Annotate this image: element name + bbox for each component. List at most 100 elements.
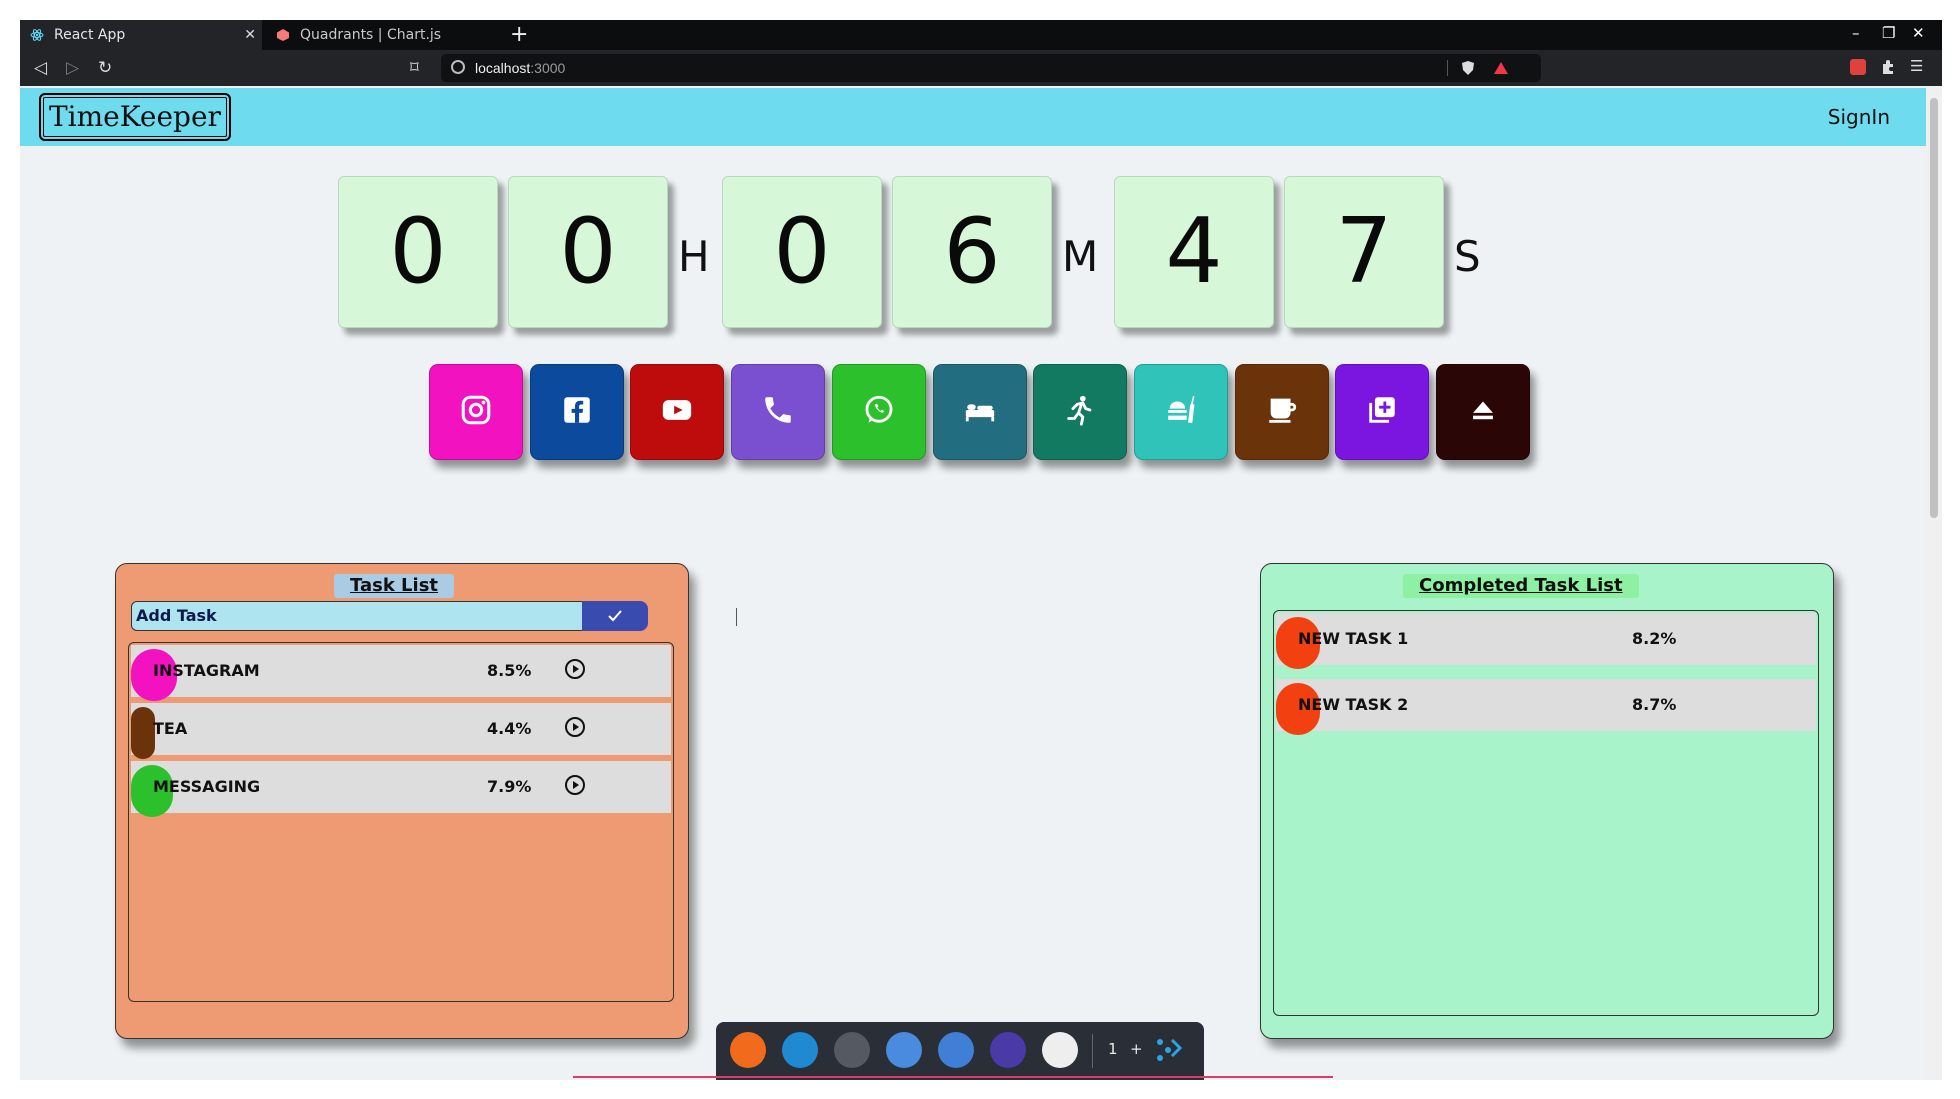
play-icon[interactable] bbox=[564, 716, 586, 738]
task-percent: 8.7% bbox=[1632, 695, 1677, 714]
run-activity-button[interactable] bbox=[1033, 364, 1128, 460]
address-bar[interactable]: localhost:3000 bbox=[441, 54, 1541, 82]
signin-link[interactable]: SignIn bbox=[1828, 105, 1890, 129]
tab-react-app[interactable]: React App ✕ bbox=[20, 20, 262, 50]
add-task-submit-button[interactable] bbox=[582, 601, 648, 631]
whatsapp-activity-button[interactable] bbox=[831, 364, 926, 460]
play-icon[interactable] bbox=[564, 658, 586, 680]
tab-title: React App bbox=[54, 27, 126, 43]
task-list-panel: Task List Add Task INSTAGRAM 8.5% TEA 4.4% M… bbox=[115, 563, 689, 1039]
screen-recorder-icon[interactable] bbox=[1042, 1032, 1078, 1068]
task-name: NEW TASK 1 bbox=[1298, 629, 1409, 648]
close-window-icon[interactable]: ✕ bbox=[1912, 24, 1925, 42]
minutes-unit: M bbox=[1062, 232, 1099, 281]
minimize-icon[interactable]: – bbox=[1852, 24, 1860, 42]
brave-browser-icon[interactable] bbox=[730, 1032, 766, 1068]
completed-task-list-box: NEW TASK 1 8.2% NEW TASK 2 8.7% bbox=[1273, 610, 1819, 1016]
divider bbox=[1447, 60, 1448, 76]
app-page: TimeKeeper SignIn 0 0 H 0 6 M 4 7 S Task… bbox=[20, 88, 1926, 1080]
task-row[interactable]: MESSAGING 7.9% bbox=[131, 761, 671, 817]
task-color-dot bbox=[131, 707, 155, 759]
task-percent: 4.4% bbox=[487, 719, 532, 738]
food-icon bbox=[1164, 393, 1198, 431]
react-icon bbox=[30, 28, 44, 42]
check-icon bbox=[608, 610, 622, 622]
task-list-box: INSTAGRAM 8.5% TEA 4.4% MESSAGING 7.9% bbox=[128, 642, 674, 1002]
tab-quadrants-chartjs[interactable]: Quadrants | Chart.js bbox=[266, 20, 506, 50]
add-task-activity-button[interactable] bbox=[1335, 364, 1430, 460]
coffee-icon bbox=[1265, 393, 1299, 431]
youtube-icon bbox=[660, 393, 694, 431]
youtube-activity-button[interactable] bbox=[630, 364, 725, 460]
seconds-ones-digit: 7 bbox=[1284, 176, 1444, 328]
phone-activity-button[interactable] bbox=[731, 364, 826, 460]
site-info-icon[interactable] bbox=[451, 60, 465, 74]
completed-task-row[interactable]: NEW TASK 2 8.7% bbox=[1276, 679, 1816, 735]
hours-tens-digit: 0 bbox=[338, 176, 498, 328]
add-task-input[interactable]: Add Task bbox=[131, 601, 583, 631]
task-list-title: Task List bbox=[334, 574, 455, 598]
whatsapp-icon bbox=[862, 393, 896, 431]
food-activity-button[interactable] bbox=[1133, 364, 1228, 460]
hours-ones-digit: 0 bbox=[508, 176, 668, 328]
files-icon[interactable] bbox=[886, 1032, 922, 1068]
minutes-ones-digit: 6 bbox=[892, 176, 1052, 328]
restore-icon[interactable]: ❐ bbox=[1882, 24, 1895, 42]
instagram-icon bbox=[459, 393, 493, 431]
extension-icon[interactable] bbox=[1850, 59, 1866, 75]
brand-logo[interactable]: TimeKeeper bbox=[39, 93, 231, 141]
sleep-activity-button[interactable] bbox=[932, 364, 1027, 460]
app-header: TimeKeeper SignIn bbox=[20, 88, 1926, 146]
task-row[interactable]: INSTAGRAM 8.5% bbox=[131, 645, 671, 701]
browser-window: React App ✕ Quadrants | Chart.js + – ❐ ✕… bbox=[20, 20, 1942, 1080]
task-name: NEW TASK 2 bbox=[1298, 695, 1409, 714]
facebook-icon bbox=[560, 393, 594, 431]
phone-icon bbox=[761, 393, 795, 431]
task-percent: 8.2% bbox=[1632, 629, 1677, 648]
workspace-indicator[interactable]: 1 bbox=[1108, 1040, 1118, 1058]
tab-title: Quadrants | Chart.js bbox=[300, 27, 442, 43]
minutes-tens-digit: 0 bbox=[722, 176, 882, 328]
play-icon[interactable] bbox=[564, 774, 586, 796]
settings-toggle-icon[interactable] bbox=[938, 1032, 974, 1068]
task-percent: 7.9% bbox=[487, 777, 532, 796]
dock-divider bbox=[1092, 1034, 1093, 1068]
completed-task-row[interactable]: NEW TASK 1 8.2% bbox=[1276, 613, 1816, 669]
back-icon[interactable]: ◁ bbox=[34, 58, 47, 78]
system-monitor-icon[interactable] bbox=[990, 1032, 1026, 1068]
tab-bar: React App ✕ Quadrants | Chart.js + – ❐ ✕ bbox=[20, 20, 1942, 50]
seconds-unit: S bbox=[1454, 232, 1481, 281]
task-name: INSTAGRAM bbox=[153, 661, 260, 680]
sleep-icon bbox=[963, 393, 997, 431]
task-percent: 8.5% bbox=[487, 661, 532, 680]
scrollbar-thumb[interactable] bbox=[1930, 98, 1938, 518]
task-name: MESSAGING bbox=[153, 777, 261, 796]
bookmark-icon[interactable]: ⌑ bbox=[410, 58, 419, 78]
close-icon[interactable]: ✕ bbox=[244, 27, 256, 43]
hours-unit: H bbox=[678, 232, 710, 281]
eject-icon bbox=[1466, 393, 1500, 431]
task-name: TEA bbox=[153, 719, 188, 738]
reload-icon[interactable]: ↻ bbox=[98, 58, 112, 78]
completed-task-list-panel: Completed Task List NEW TASK 1 8.2% NEW TA… bbox=[1260, 563, 1834, 1039]
extensions-puzzle-icon[interactable] bbox=[1880, 59, 1896, 75]
menu-icon[interactable]: ☰ bbox=[1910, 57, 1926, 75]
run-icon bbox=[1063, 393, 1097, 431]
accent-line bbox=[573, 1076, 1333, 1078]
url-text: localhost:3000 bbox=[475, 60, 566, 76]
facebook-activity-button[interactable] bbox=[529, 364, 624, 460]
add-workspace-button[interactable]: + bbox=[1130, 1040, 1143, 1058]
page-scrollbar[interactable] bbox=[1926, 88, 1942, 1080]
app-grid-icon[interactable] bbox=[1152, 1032, 1186, 1070]
terminal-icon[interactable] bbox=[834, 1032, 870, 1068]
seconds-tens-digit: 4 bbox=[1114, 176, 1274, 328]
new-tab-button[interactable]: + bbox=[510, 22, 528, 47]
eject-activity-button[interactable] bbox=[1436, 364, 1530, 460]
forward-icon[interactable]: ▷ bbox=[66, 58, 79, 78]
brave-shield-icon[interactable] bbox=[1461, 60, 1475, 80]
instagram-activity-button[interactable] bbox=[429, 364, 523, 460]
coffee-activity-button[interactable] bbox=[1234, 364, 1329, 460]
brave-rewards-icon[interactable] bbox=[1493, 60, 1509, 79]
vscode-icon[interactable] bbox=[782, 1032, 818, 1068]
task-row[interactable]: TEA 4.4% bbox=[131, 703, 671, 759]
